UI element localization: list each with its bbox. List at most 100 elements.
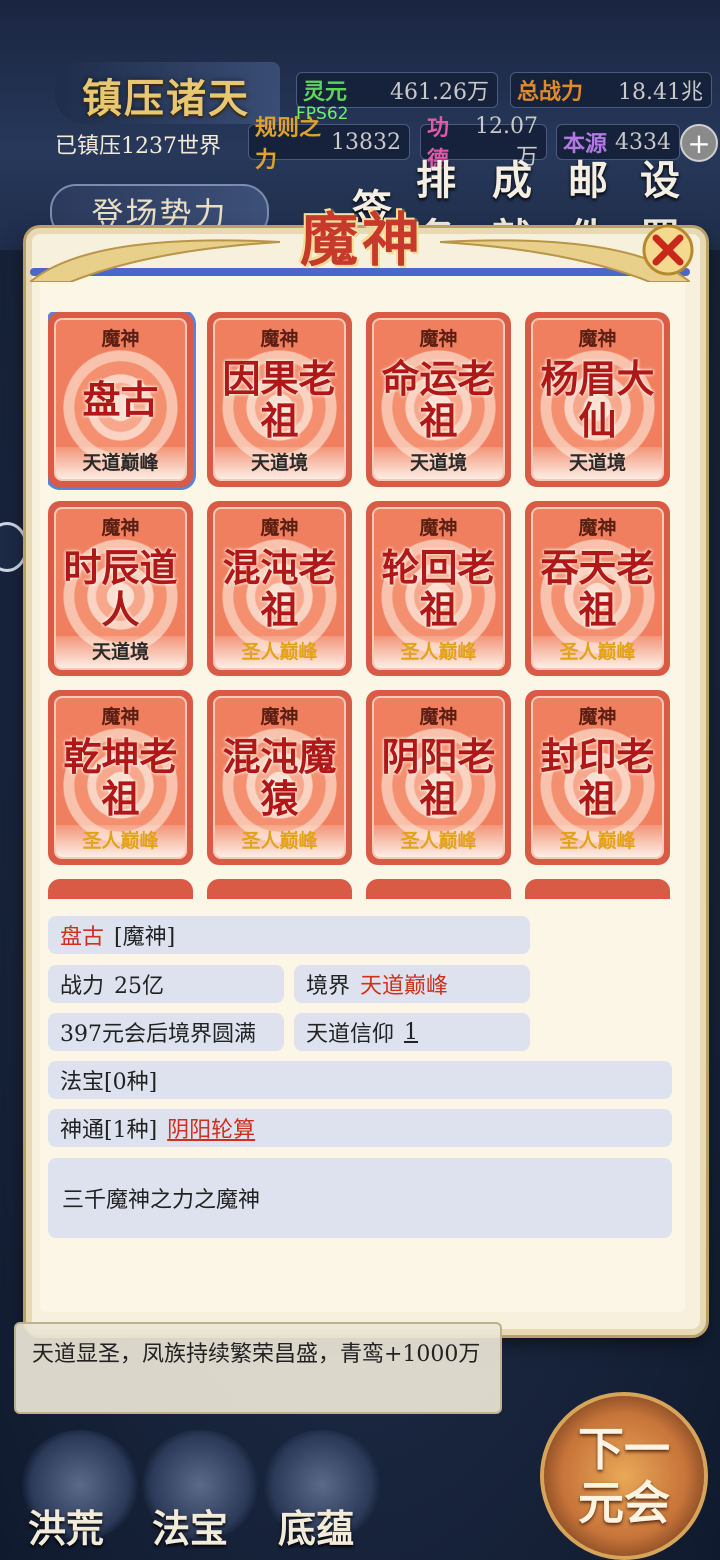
card-peek[interactable] [48,879,193,899]
card-name: 命运老祖 [381,356,496,443]
card-name: 乾坤老祖 [63,734,178,821]
detail-name: 盘古 [60,925,105,950]
card-face: 魔神 时辰道人 天道境 [54,507,187,670]
card-peek[interactable] [366,879,511,899]
game-title: 镇压诸天 [82,75,250,122]
card-face: 魔神 杨眉大仙 天道境 [531,318,664,481]
card-category: 魔神 [419,706,458,728]
card-rank: 天道境 [215,447,344,479]
card-face: 魔神 混沌魔猿 圣人巅峰 [213,696,346,859]
card-category: 魔神 [578,706,617,728]
card-rank: 天道巅峰 [56,447,185,479]
card-rank: 圣人巅峰 [533,636,662,668]
card-qiankun[interactable]: 魔神 乾坤老祖 圣人巅峰 [48,690,193,865]
card-category: 魔神 [101,517,140,539]
detail-treasure-text: 法宝[0种] [60,1070,158,1095]
detail-skill-link[interactable]: 阴阳轮算 [167,1112,255,1144]
suppressed-worlds-text: 已镇压1237世界 [55,134,221,159]
card-category: 魔神 [101,706,140,728]
card-face: 魔神 混沌老祖 圣人巅峰 [213,507,346,670]
card-tuntian[interactable]: 魔神 吞天老祖 圣人巅峰 [525,501,670,676]
dialog-title: 魔神 [300,206,425,274]
detail-power-bar: 战力 25亿 [48,965,284,1003]
card-rank: 天道境 [374,447,503,479]
card-name: 混沌魔猿 [222,734,337,821]
stat-label: 规则之力 [255,115,322,173]
card-peek[interactable] [525,879,670,899]
detail-realm-bar: 境界 天道巅峰 [294,965,530,1003]
card-rank: 圣人巅峰 [533,825,662,857]
next-era-button[interactable]: 下一元会 [540,1392,708,1560]
card-category: 魔神 [260,706,299,728]
card-face: 魔神 盘古 天道巅峰 [54,318,187,481]
nav-treasure[interactable]: 法宝 [152,1498,228,1553]
stat-total-power: 总战力 18.41兆 [510,72,712,108]
card-category: 魔神 [578,328,617,350]
card-rank: 圣人巅峰 [215,636,344,668]
detail-perfection-bar: 397元会后境界圆满 [48,1013,284,1051]
card-category: 魔神 [578,517,617,539]
detail-power-label: 战力 [60,974,105,999]
stat-value: 461.26万 [390,80,489,105]
card-rank: 圣人巅峰 [374,825,503,857]
card-name: 因果老祖 [222,356,337,443]
card-yangmei[interactable]: 魔神 杨眉大仙 天道境 [525,312,670,487]
card-face: 魔神 封印老祖 圣人巅峰 [531,696,664,859]
card-mingyun[interactable]: 魔神 命运老祖 天道境 [366,312,511,487]
card-lunhui[interactable]: 魔神 轮回老祖 圣人巅峰 [366,501,511,676]
card-name: 阴阳老祖 [381,734,496,821]
card-rank: 圣人巅峰 [374,636,503,668]
card-rank: 天道境 [56,636,185,668]
event-log: 天道显圣，凤族持续繁荣昌盛，青鸾+1000万 [14,1322,502,1414]
card-face: 魔神 轮回老祖 圣人巅峰 [372,507,505,670]
card-name: 吞天老祖 [540,545,655,632]
card-yinyang[interactable]: 魔神 阴阳老祖 圣人巅峰 [366,690,511,865]
left-wing-ornament [30,239,280,282]
card-name: 杨眉大仙 [540,356,655,443]
card-pangu[interactable]: 魔神 盘古 天道巅峰 [48,312,193,487]
card-yinguo[interactable]: 魔神 因果老祖 天道境 [207,312,352,487]
card-rank: 圣人巅峰 [215,825,344,857]
card-face: 魔神 吞天老祖 圣人巅峰 [531,507,664,670]
detail-skill-label: 神通[1种] [60,1118,158,1143]
stat-rule-power: 规则之力 13832 [248,115,410,173]
card-face: 魔神 乾坤老祖 圣人巅峰 [54,696,187,859]
card-name: 混沌老祖 [222,545,337,632]
stat-value: 13832 [331,129,401,155]
detail-skill-bar: 神通[1种] 阴阳轮算 [48,1109,672,1147]
card-rank: 天道境 [533,447,662,479]
detail-name-bar: 盘古 [魔神] [48,916,530,954]
card-hundun-laozu[interactable]: 魔神 混沌老祖 圣人巅峰 [207,501,352,676]
card-name: 盘古 [82,377,159,422]
detail-realm-value: 天道巅峰 [360,974,449,999]
card-category: 魔神 [260,328,299,350]
card-name: 时辰道人 [63,545,178,632]
card-category: 魔神 [419,517,458,539]
card-face: 魔神 阴阳老祖 圣人巅峰 [372,696,505,859]
card-name: 轮回老祖 [381,545,496,632]
stat-label: 总战力 [517,79,584,105]
card-category: 魔神 [419,328,458,350]
card-peek[interactable] [207,879,352,899]
detail-faith-value[interactable]: 1 [404,1020,418,1045]
card-face: 魔神 因果老祖 天道境 [213,318,346,481]
detail-description: 三千魔神之力之魔神 [48,1158,672,1238]
card-face: 魔神 命运老祖 天道境 [372,318,505,481]
demon-god-card-grid: 魔神 盘古 天道巅峰 魔神 因果老祖 天道境 魔神 命运老祖 天道境 魔神 杨眉… [48,312,678,902]
card-rank: 圣人巅峰 [56,825,185,857]
card-fengyin[interactable]: 魔神 封印老祖 圣人巅峰 [525,690,670,865]
card-name: 封印老祖 [540,734,655,821]
nav-honghuang[interactable]: 洪荒 [28,1498,104,1553]
side-handle[interactable] [0,522,28,572]
close-icon[interactable] [640,222,696,278]
detail-power-value: 25亿 [114,974,165,999]
card-category: 魔神 [260,517,299,539]
card-shichen[interactable]: 魔神 时辰道人 天道境 [48,501,193,676]
detail-realm-label: 境界 [306,974,351,999]
detail-perfection-text: 397元会后境界圆满 [60,1022,256,1047]
detail-faith-bar: 天道信仰 1 [294,1013,530,1051]
detail-faith-label: 天道信仰 [306,1022,395,1047]
card-category: 魔神 [101,328,140,350]
card-hundun-moyuan[interactable]: 魔神 混沌魔猿 圣人巅峰 [207,690,352,865]
nav-heritage[interactable]: 底蕴 [278,1498,354,1553]
